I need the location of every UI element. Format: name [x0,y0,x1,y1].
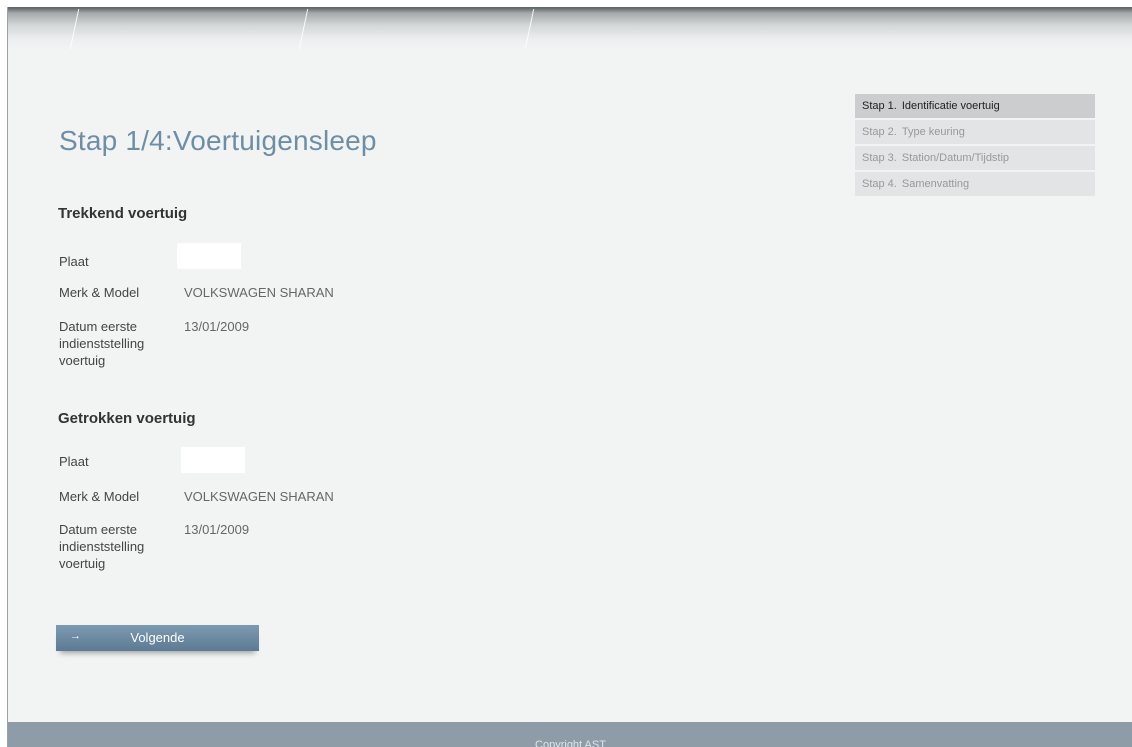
towed-date-value: 13/01/2009 [184,522,250,537]
step-item-1[interactable]: Stap 1. Identificatie voertuig [855,94,1095,118]
page-title: Stap 1/4:Voertuigensleep [59,125,377,156]
step-item-4[interactable]: Stap 4. Samenvatting [855,172,1095,196]
towed-plate-value [181,447,245,473]
towed-plate-label: Plaat [59,454,89,469]
step-item-3[interactable]: Stap 3. Station/Datum/Tijdstip [855,146,1095,170]
header-divider [298,9,309,49]
next-button[interactable]: → Volgende [56,625,259,651]
towing-plate-label: Plaat [59,254,89,269]
towed-date-label: Datum eerste indienststelling voertuig [59,522,145,571]
step-item-2[interactable]: Stap 2. Type keuring [855,120,1095,144]
header-divider [524,9,535,49]
header-bar [8,7,1132,49]
next-button-label: Volgende [130,630,185,645]
towing-date-label: Datum eerste indienststelling voertuig [59,319,145,368]
towed-vehicle-title: Getrokken voertuig [58,410,196,427]
towing-date-value: 13/01/2009 [184,319,250,334]
towing-plate-value [177,243,241,269]
footer: Copyright AST [8,722,1132,747]
page-frame: Stap 1/4:Voertuigensleep Trekkend voertu… [7,7,1132,747]
step-navigation: Stap 1. Identificatie voertuig Stap 2. Typ… [855,94,1095,198]
towing-make-value: VOLKSWAGEN SHARAN [184,285,334,300]
towing-make-label: Merk & Model [59,285,140,300]
towed-make-label: Merk & Model [59,489,140,504]
copyright-text: Copyright AST [535,739,606,747]
towing-vehicle-title: Trekkend voertuig [58,205,188,222]
header-divider [69,9,80,49]
towed-make-value: VOLKSWAGEN SHARAN [184,489,334,504]
